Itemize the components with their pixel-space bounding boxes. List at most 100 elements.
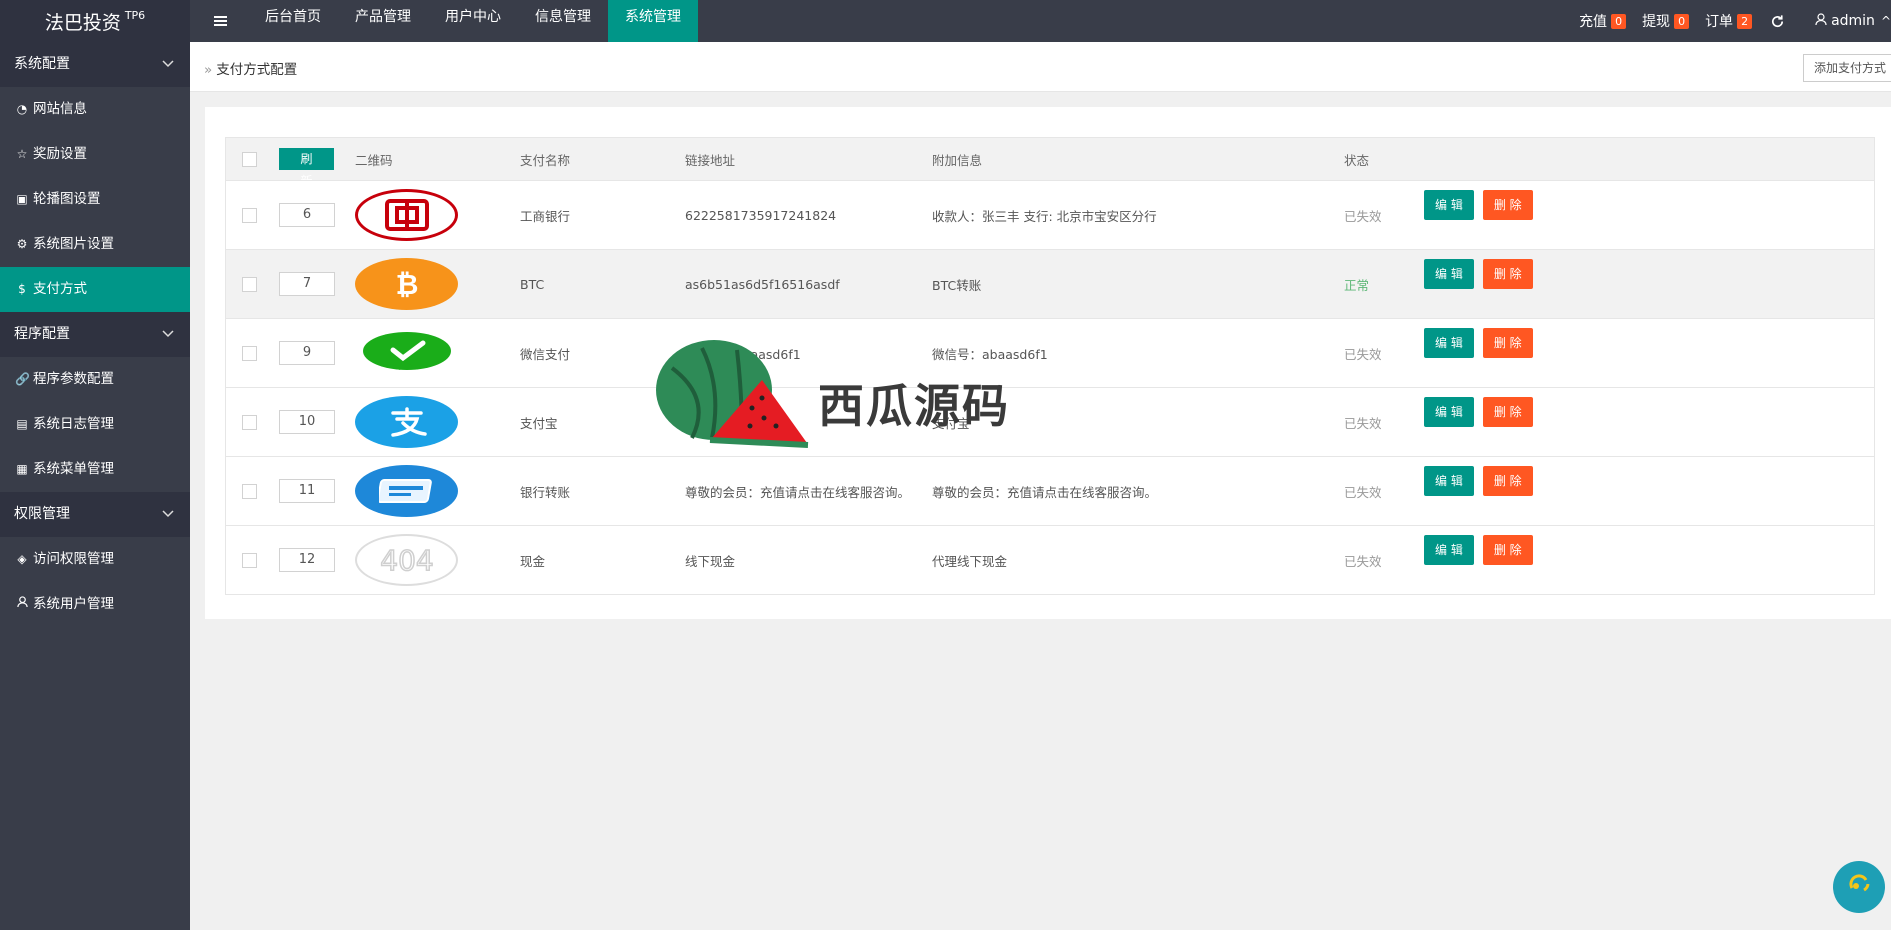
top-header: 法巴投资 TP6 后台首页 产品管理 用户中心 信息管理 系统管理 充值 0 提现… xyxy=(0,0,1891,42)
chevron-down-icon xyxy=(162,42,174,87)
header-name: 支付名称 xyxy=(520,152,571,168)
sidebar-item-carousel[interactable]: ▣ 轮播图设置 xyxy=(0,177,190,222)
sidebar-item-payment-methods[interactable]: $ 支付方式 xyxy=(0,267,190,312)
orders-link[interactable]: 订单 2 xyxy=(1705,11,1753,31)
sidebar-item-program-params[interactable]: 🔗 程序参数配置 xyxy=(0,357,190,402)
sidebar-item-label: 程序参数配置 xyxy=(33,371,114,387)
recharge-link[interactable]: 充值 0 xyxy=(1579,11,1627,31)
payment-name: 微信支付 xyxy=(520,346,571,362)
header-status: 状态 xyxy=(1344,152,1370,168)
status-badge: 已失效 xyxy=(1344,553,1382,569)
sidebar-item-system-images[interactable]: ⚙ 系统图片设置 xyxy=(0,222,190,267)
svg-text:₿: ₿ xyxy=(395,268,418,301)
chevron-down-icon xyxy=(162,312,174,357)
watermark-text: 西瓜源码 xyxy=(818,379,1010,433)
table-header-row: 刷 新 二维码 支付名称 链接地址 附加信息 状态 xyxy=(226,138,1874,188)
sidebar-item-system-log[interactable]: ▤ 系统日志管理 xyxy=(0,402,190,447)
brand-logo[interactable]: 法巴投资 TP6 xyxy=(0,0,190,42)
404-image-icon: 404 xyxy=(355,534,458,586)
sort-input[interactable]: 11 xyxy=(279,479,335,503)
hamburger-menu-icon[interactable] xyxy=(205,0,235,42)
recharge-badge: 0 xyxy=(1611,13,1627,29)
icbc-logo-icon xyxy=(355,189,458,241)
delete-button[interactable]: 删 除 xyxy=(1482,535,1533,565)
sidebar-item-label: 支付方式 xyxy=(33,281,87,297)
sidebar-item-access-permissions[interactable]: ◈ 访问权限管理 xyxy=(0,537,190,582)
topnav-users[interactable]: 用户中心 xyxy=(428,0,518,42)
delete-button[interactable]: 删 除 xyxy=(1482,397,1533,427)
sidebar-item-label: 访问权限管理 xyxy=(33,551,114,567)
payment-info: BTC转账 xyxy=(932,277,982,293)
payment-name: 现金 xyxy=(520,553,546,569)
sidebar-item-system-menu[interactable]: ▦ 系统菜单管理 xyxy=(0,447,190,492)
topnav-products[interactable]: 产品管理 xyxy=(338,0,428,42)
orders-badge: 2 xyxy=(1737,13,1753,29)
header-qr: 二维码 xyxy=(355,152,393,168)
delete-button[interactable]: 删 除 xyxy=(1482,259,1533,289)
status-badge: 已失效 xyxy=(1344,415,1382,431)
sidebar-item-label: 系统日志管理 xyxy=(33,416,114,432)
status-badge: 已失效 xyxy=(1344,346,1382,362)
refresh-icon[interactable] xyxy=(1770,14,1785,29)
sort-input[interactable]: 10 xyxy=(279,410,335,434)
row-checkbox[interactable] xyxy=(242,276,257,292)
row-checkbox[interactable] xyxy=(242,207,257,223)
image-icon: ▣ xyxy=(16,192,28,206)
headset-icon xyxy=(1844,870,1874,904)
row-checkbox[interactable] xyxy=(242,414,257,430)
customer-service-float-button[interactable] xyxy=(1833,861,1885,913)
delete-button[interactable]: 删 除 xyxy=(1482,190,1533,220)
row-checkbox[interactable] xyxy=(242,345,257,361)
alipay-logo-icon xyxy=(355,396,458,448)
add-payment-method-button[interactable]: 添加支付方式 xyxy=(1802,54,1891,82)
withdraw-badge: 0 xyxy=(1674,13,1690,29)
sidebar-group-system-config[interactable]: 系统配置 xyxy=(0,42,190,87)
sort-input[interactable]: 9 xyxy=(279,341,335,365)
sidebar-item-label: 奖励设置 xyxy=(33,146,87,162)
sidebar-item-label: 系统菜单管理 xyxy=(33,461,114,477)
payment-link: 6222581735917241824 xyxy=(685,207,837,223)
user-menu[interactable]: admin ^ xyxy=(1815,12,1891,30)
svg-text:404: 404 xyxy=(380,544,433,577)
row-checkbox[interactable] xyxy=(242,552,257,568)
edit-button[interactable]: 编 辑 xyxy=(1424,535,1474,565)
refresh-button[interactable]: 刷 新 xyxy=(279,148,334,188)
payment-name: 支付宝 xyxy=(520,415,558,431)
delete-button[interactable]: 删 除 xyxy=(1482,328,1533,358)
payment-info: 代理线下现金 xyxy=(932,553,1008,569)
delete-button[interactable]: 删 除 xyxy=(1482,466,1533,496)
topnav-system[interactable]: 系统管理 xyxy=(608,0,698,42)
select-all-checkbox[interactable] xyxy=(242,151,257,167)
sidebar-group-program-config[interactable]: 程序配置 xyxy=(0,312,190,357)
table-row: 7 ₿ BTC as6b51as6d5f16516asdf BTC转账 正常 编… xyxy=(226,249,1874,318)
edit-button[interactable]: 编 辑 xyxy=(1424,259,1474,289)
payment-name: BTC xyxy=(520,276,545,292)
brand-version: TP6 xyxy=(124,8,146,22)
header-right: 充值 0 提现 0 订单 2 admin ^ xyxy=(1563,0,1891,42)
topnav-info[interactable]: 信息管理 xyxy=(518,0,608,42)
withdraw-link[interactable]: 提现 0 xyxy=(1642,11,1690,31)
topnav-home[interactable]: 后台首页 xyxy=(248,0,338,42)
status-badge: 已失效 xyxy=(1344,484,1382,500)
edit-button[interactable]: 编 辑 xyxy=(1424,397,1474,427)
sort-input[interactable]: 6 xyxy=(279,203,335,227)
status-badge: 已失效 xyxy=(1344,208,1382,224)
bitcoin-logo-icon: ₿ xyxy=(355,258,458,310)
sort-input[interactable]: 7 xyxy=(279,272,335,296)
sidebar-item-system-users[interactable]: 系统用户管理 xyxy=(0,582,190,627)
star-icon: ☆ xyxy=(16,147,28,161)
sidebar-item-site-info[interactable]: ◔ 网站信息 xyxy=(0,87,190,132)
edit-button[interactable]: 编 辑 xyxy=(1424,328,1474,358)
group-label: 程序配置 xyxy=(14,326,70,342)
sidebar-group-permissions[interactable]: 权限管理 xyxy=(0,492,190,537)
sidebar-item-label: 网站信息 xyxy=(33,101,87,117)
edit-button[interactable]: 编 辑 xyxy=(1424,466,1474,496)
sort-input[interactable]: 12 xyxy=(279,548,335,572)
row-checkbox[interactable] xyxy=(242,483,257,499)
sidebar-item-label: 系统图片设置 xyxy=(33,236,114,252)
sidebar-item-label: 轮播图设置 xyxy=(33,191,101,207)
edit-button[interactable]: 编 辑 xyxy=(1424,190,1474,220)
chevron-down-icon xyxy=(162,492,174,537)
breadcrumb-bar: » 支付方式配置 添加支付方式 xyxy=(190,42,1891,92)
sidebar-item-rewards[interactable]: ☆ 奖励设置 xyxy=(0,132,190,177)
